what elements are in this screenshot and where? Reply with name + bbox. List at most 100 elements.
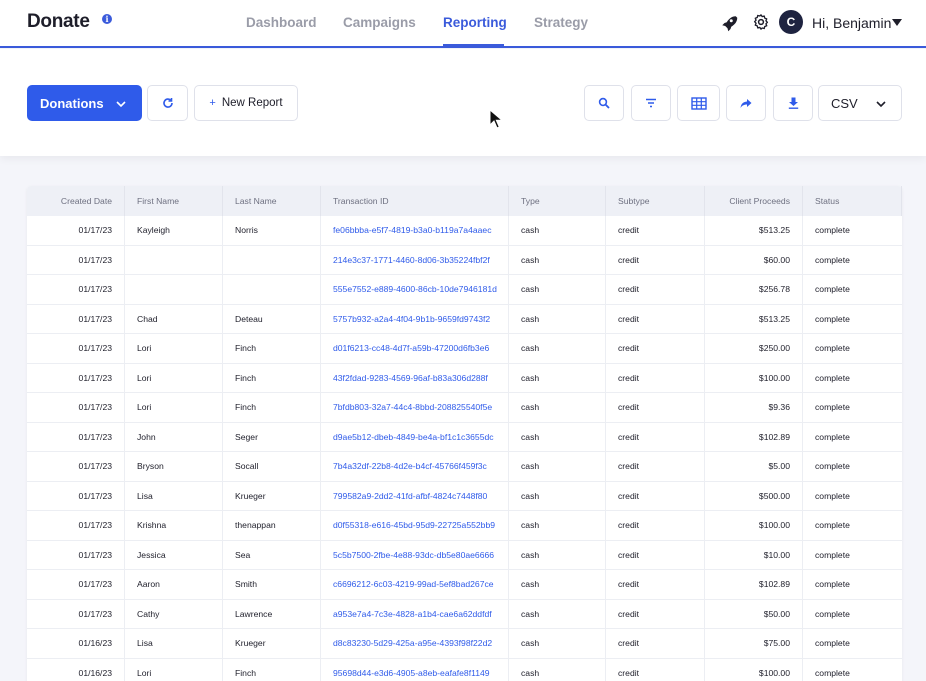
search-button[interactable] — [584, 85, 624, 121]
new-report-button[interactable]: + New Report — [194, 85, 298, 121]
subtype-cell: credit — [606, 570, 705, 599]
last-name-cell: Krueger — [223, 481, 321, 510]
caret-down-icon[interactable] — [892, 19, 902, 26]
transaction-id-link[interactable]: 214e3c37-1771-4460-8d06-3b35224fbf2f — [321, 245, 509, 274]
subtype-cell: credit — [606, 334, 705, 363]
table-row[interactable]: 01/17/23 Cathy Lawrence a953e7a4-7c3e-4828-… — [27, 599, 902, 629]
table-row[interactable]: 01/17/23 Krishna thenappan d0f55318-e616-45… — [27, 511, 902, 541]
transaction-id-link[interactable]: 7bfdb803-32a7-44c4-8bbd-208825540f5e — [321, 393, 509, 422]
transaction-id-link[interactable]: 555e7552-e889-4600-86cb-10de7946181d — [321, 275, 509, 304]
column-header[interactable]: Transaction ID — [321, 186, 509, 216]
first-name-cell: Kayleigh — [125, 216, 223, 245]
export-format-dropdown[interactable]: CSV — [818, 85, 902, 121]
transaction-id-link[interactable]: 7b4a32df-22b8-4d2e-b4cf-45766f459f3c — [321, 452, 509, 481]
client-proceeds-cell: $100.00 — [705, 658, 803, 681]
subtype-cell: credit — [606, 599, 705, 628]
subtype-cell: credit — [606, 511, 705, 540]
first-name-cell: Lisa — [125, 481, 223, 510]
logo[interactable]: Donate — [27, 11, 90, 33]
client-proceeds-cell: $5.00 — [705, 452, 803, 481]
columns-button[interactable] — [677, 85, 720, 121]
gear-icon[interactable] — [752, 13, 770, 31]
column-header[interactable]: Status — [803, 186, 902, 216]
first-name-cell: John — [125, 422, 223, 451]
report-type-dropdown[interactable]: Donations — [27, 85, 142, 121]
column-header[interactable]: Type — [509, 186, 606, 216]
table-row[interactable]: 01/17/23 John Seger d9ae5b12-dbeb-4849-be4a… — [27, 422, 902, 452]
table-row[interactable]: 01/16/23 Lori Finch 95698d44-e3d6-4905-a8eb… — [27, 658, 902, 681]
status-cell: complete — [815, 343, 850, 354]
first-name-cell: Lori — [125, 393, 223, 422]
transaction-id-link[interactable]: 43f2fdad-9283-4569-96af-b83a306d288f — [321, 363, 509, 392]
plus-icon: + — [209, 97, 216, 109]
table-row[interactable]: 01/17/23 Lisa Krueger 799582a9-2dd2-41fd-af… — [27, 481, 902, 511]
tab-campaigns[interactable]: Campaigns — [343, 15, 416, 30]
client-proceeds-cell: $10.00 — [705, 540, 803, 569]
user-greeting[interactable]: Hi, Benjamin — [812, 15, 891, 31]
transaction-id-link[interactable]: 799582a9-2dd2-41fd-afbf-4824c7448f80 — [321, 481, 509, 510]
info-icon[interactable]: i — [102, 14, 112, 24]
table-row[interactable]: 01/17/23 Lori Finch 7bfdb803-32a7-44c4-8bbd… — [27, 393, 902, 423]
transaction-id-link[interactable]: d9ae5b12-dbeb-4849-be4a-bf1c1c3655dc — [321, 422, 509, 451]
type-cell: cash — [509, 363, 606, 392]
type-cell: cash — [509, 245, 606, 274]
created-date-cell: 01/17/23 — [27, 422, 125, 451]
filter-button[interactable] — [631, 85, 671, 121]
column-header[interactable]: Subtype — [606, 186, 705, 216]
rocket-icon[interactable] — [720, 14, 738, 32]
status-cell: complete — [815, 638, 850, 649]
table-row[interactable]: 01/16/23 Lisa Krueger d8c83230-5d29-425a-a9… — [27, 629, 902, 659]
transaction-id-link[interactable]: 5c5b7500-2fbe-4e88-93dc-db5e80ae6666 — [321, 540, 509, 569]
created-date-cell: 01/17/23 — [27, 363, 125, 392]
tab-dashboard[interactable]: Dashboard — [246, 15, 317, 30]
table-row[interactable]: 01/17/23 214e3c37-1771-4460-8d06-3b35224f… — [27, 245, 902, 275]
top-nav: Donate i Dashboard Campaigns Reporting S… — [0, 0, 926, 48]
transaction-id-link[interactable]: 95698d44-e3d6-4905-a8eb-eafafe8f1149 — [321, 658, 509, 681]
mouse-cursor-icon — [489, 109, 503, 129]
share-button[interactable] — [726, 85, 766, 121]
last-name-cell: thenappan — [223, 511, 321, 540]
column-header[interactable]: Created Date — [27, 186, 125, 216]
first-name-cell: Cathy — [125, 599, 223, 628]
transaction-id-link[interactable]: a953e7a4-7c3e-4828-a1b4-cae6a62ddfdf — [321, 599, 509, 628]
transaction-id-link[interactable]: fe06bbba-e5f7-4819-b3a0-b119a7a4aaec — [321, 216, 509, 245]
download-button[interactable] — [773, 85, 813, 121]
client-proceeds-cell: $513.25 — [705, 216, 803, 245]
transaction-id-link[interactable]: 5757b932-a2a4-4f04-9b1b-9659fd9743f2 — [321, 304, 509, 333]
table-row[interactable]: 01/17/23 Jessica Sea 5c5b7500-2fbe-4e88-93d… — [27, 540, 902, 570]
first-name-cell: Jessica — [125, 540, 223, 569]
last-name-cell: Finch — [223, 658, 321, 681]
status-cell: complete — [815, 372, 850, 383]
table-row[interactable]: 01/17/23 Aaron Smith c6696212-6c03-4219-99a… — [27, 570, 902, 600]
status-cell: complete — [815, 402, 850, 413]
transaction-id-link[interactable]: d8c83230-5d29-425a-a95e-4393f98f22d2 — [321, 629, 509, 658]
avatar[interactable]: C — [779, 10, 803, 34]
column-header[interactable]: First Name — [125, 186, 223, 216]
table-row[interactable]: 01/17/23 Chad Deteau 5757b932-a2a4-4f04-9b1… — [27, 304, 902, 334]
table-icon — [690, 96, 707, 110]
table-row[interactable]: 01/17/23 555e7552-e889-4600-86cb-10de7946… — [27, 275, 902, 305]
type-cell: cash — [509, 452, 606, 481]
last-name-cell: Lawrence — [223, 599, 321, 628]
table-row[interactable]: 01/17/23 Lori Finch 43f2fdad-9283-4569-96af… — [27, 363, 902, 393]
column-header[interactable]: Client Proceeds — [705, 186, 803, 216]
table-row[interactable]: 01/17/23 Bryson Socall 7b4a32df-22b8-4d2e-b… — [27, 452, 902, 482]
client-proceeds-cell: $100.00 — [705, 363, 803, 392]
created-date-cell: 01/17/23 — [27, 481, 125, 510]
transaction-id-link[interactable]: d01f6213-cc48-4d7f-a59b-47200d6fb3e6 — [321, 334, 509, 363]
subtype-cell: credit — [606, 540, 705, 569]
tab-reporting[interactable]: Reporting — [443, 15, 507, 30]
type-cell: cash — [509, 570, 606, 599]
client-proceeds-cell: $256.78 — [705, 275, 803, 304]
type-cell: cash — [509, 599, 606, 628]
table-row[interactable]: 01/17/23 Kayleigh Norris fe06bbba-e5f7-4819… — [27, 216, 902, 246]
first-name-cell: Aaron — [125, 570, 223, 599]
transaction-id-link[interactable]: d0f55318-e616-45bd-95d9-22725a552bb9 — [321, 511, 509, 540]
refresh-button[interactable] — [147, 85, 188, 121]
tab-strategy[interactable]: Strategy — [534, 15, 588, 30]
created-date-cell: 01/17/23 — [27, 275, 125, 304]
client-proceeds-cell: $50.00 — [705, 599, 803, 628]
table-row[interactable]: 01/17/23 Lori Finch d01f6213-cc48-4d7f-a59b… — [27, 334, 902, 364]
column-header[interactable]: Last Name — [223, 186, 321, 216]
transaction-id-link[interactable]: c6696212-6c03-4219-99ad-5ef8bad267ce — [321, 570, 509, 599]
